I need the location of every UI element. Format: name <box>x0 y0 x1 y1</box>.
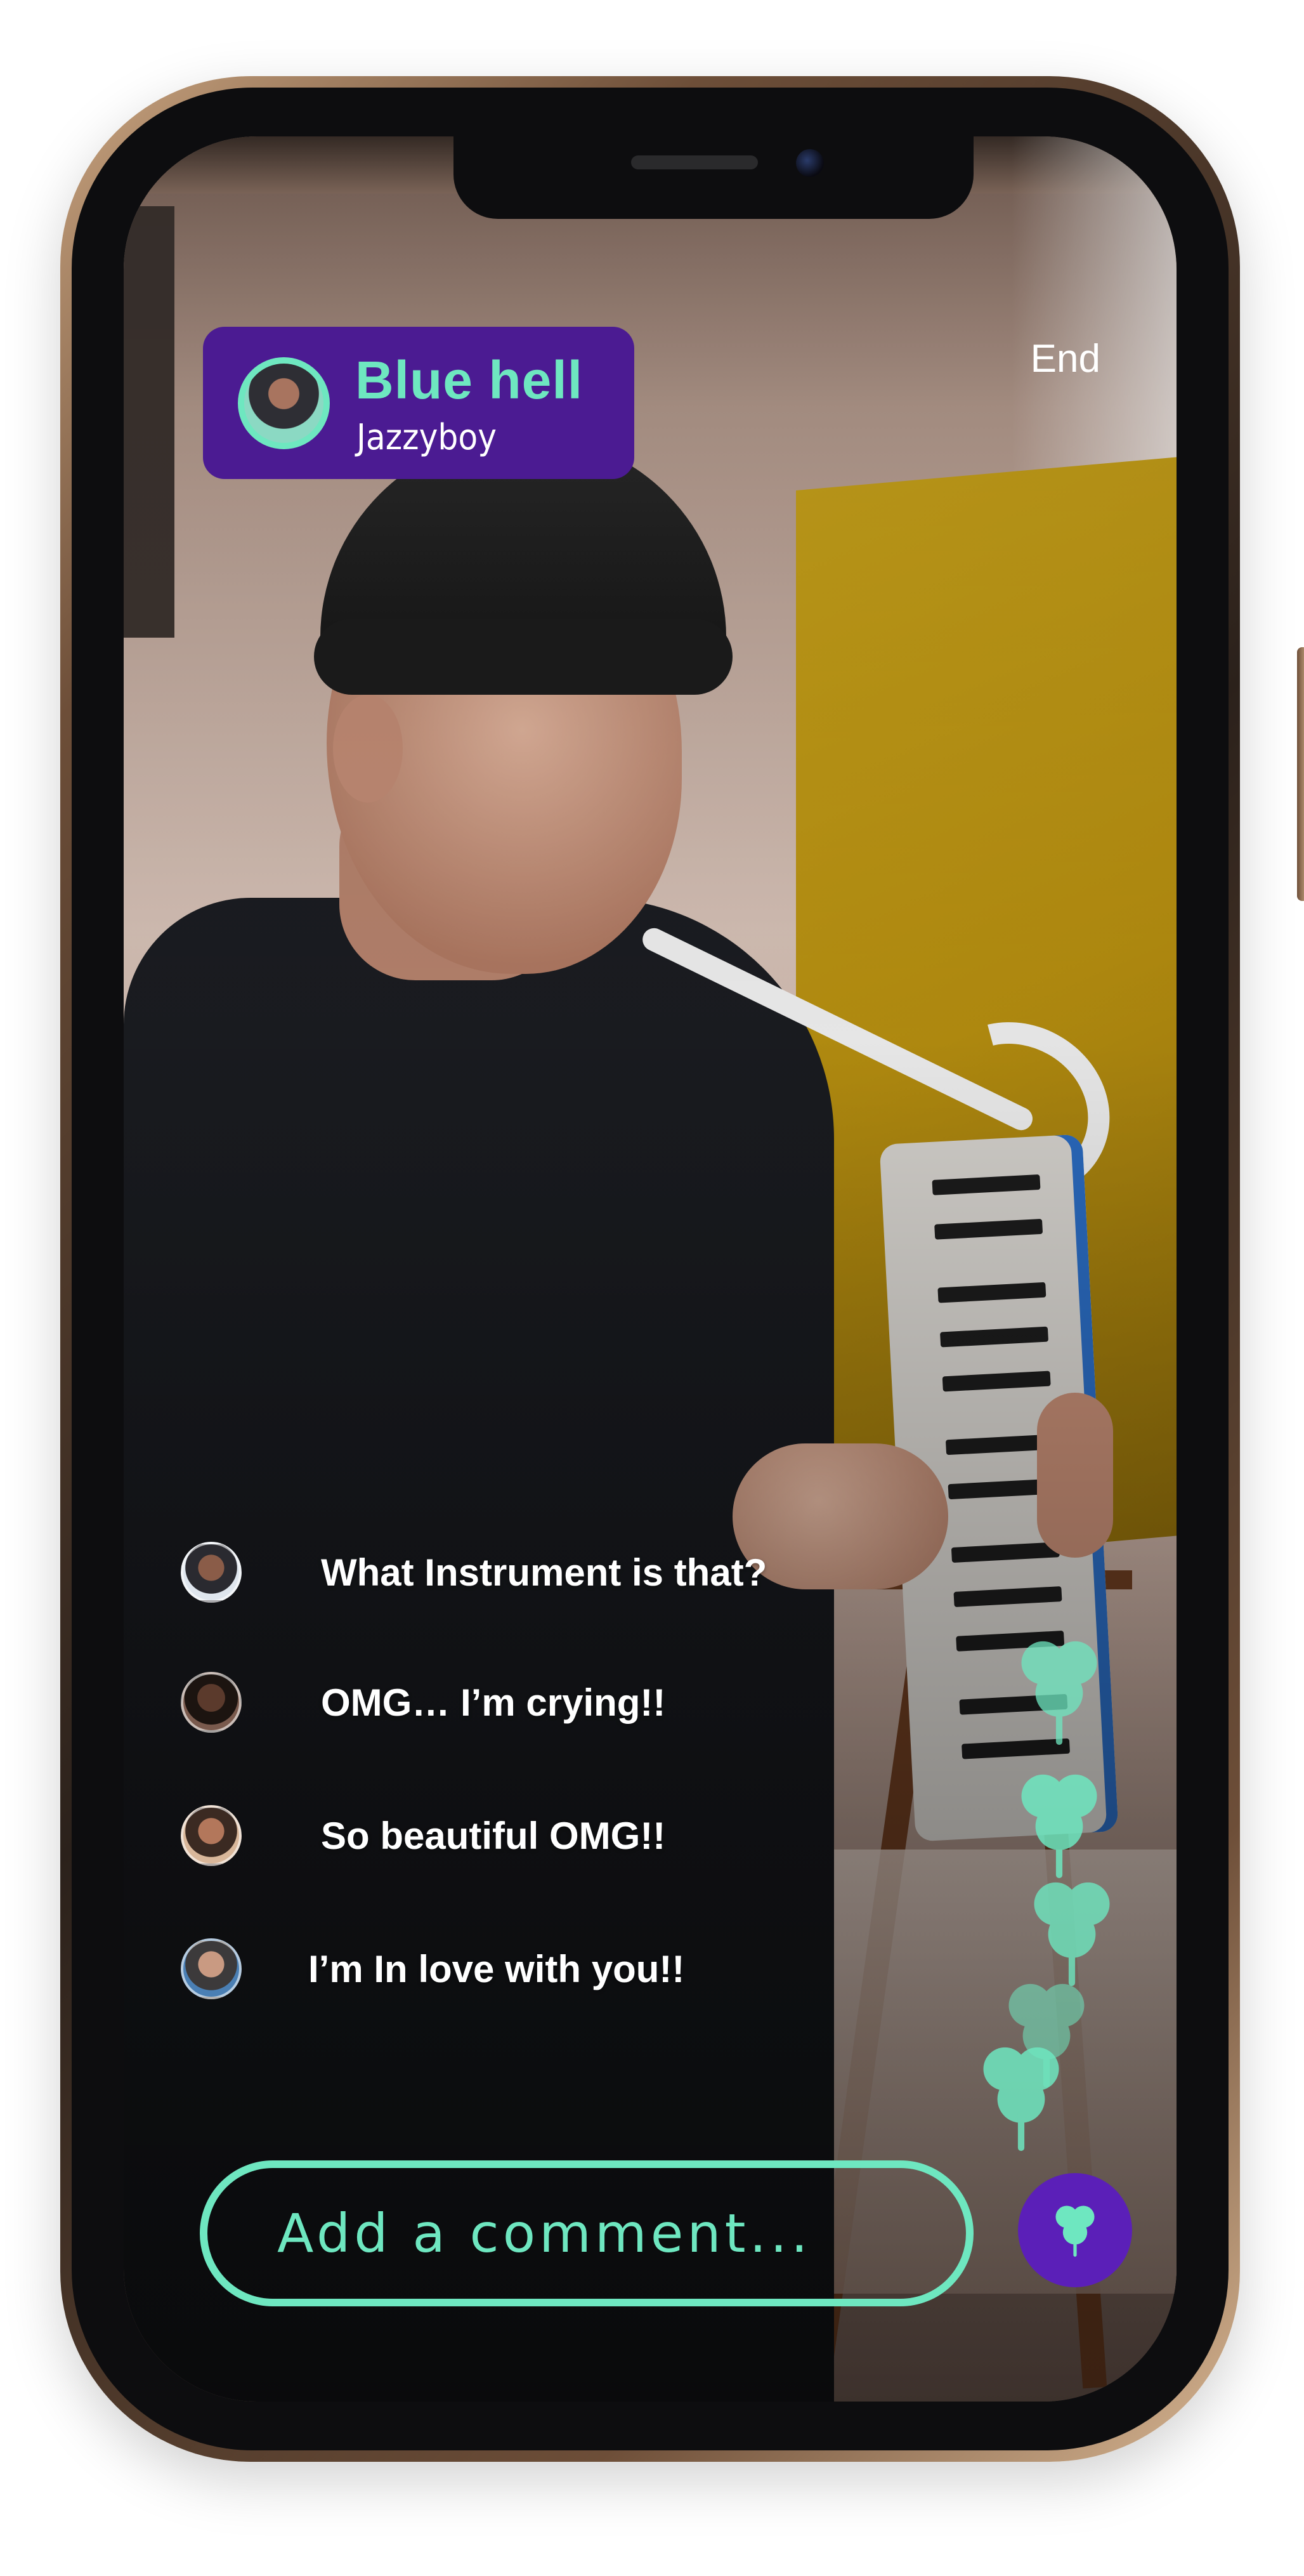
power-button <box>1297 647 1304 901</box>
phone-frame: Blue hell Jazzyboy End What Instrument i… <box>60 76 1304 2462</box>
clover-reaction-icon <box>967 2034 1075 2154</box>
clover-reaction-icon <box>1005 1627 1113 1748</box>
host-avatar[interactable] <box>238 357 330 449</box>
send-reaction-button[interactable] <box>1018 2173 1132 2287</box>
clover-reaction-icon <box>1005 1761 1113 1881</box>
host-info-card[interactable]: Blue hell Jazzyboy <box>203 327 634 479</box>
end-stream-button[interactable]: End <box>1031 336 1100 381</box>
live-stream-screen: Blue hell Jazzyboy End What Instrument i… <box>124 136 1177 2402</box>
phone-notch <box>453 136 974 219</box>
front-camera <box>796 149 824 177</box>
host-username: Jazzyboy <box>356 417 497 458</box>
clover-icon <box>1045 2199 1105 2262</box>
comment-input[interactable] <box>200 2160 974 2306</box>
stream-title: Blue hell <box>355 350 584 410</box>
earpiece-speaker <box>631 155 758 169</box>
